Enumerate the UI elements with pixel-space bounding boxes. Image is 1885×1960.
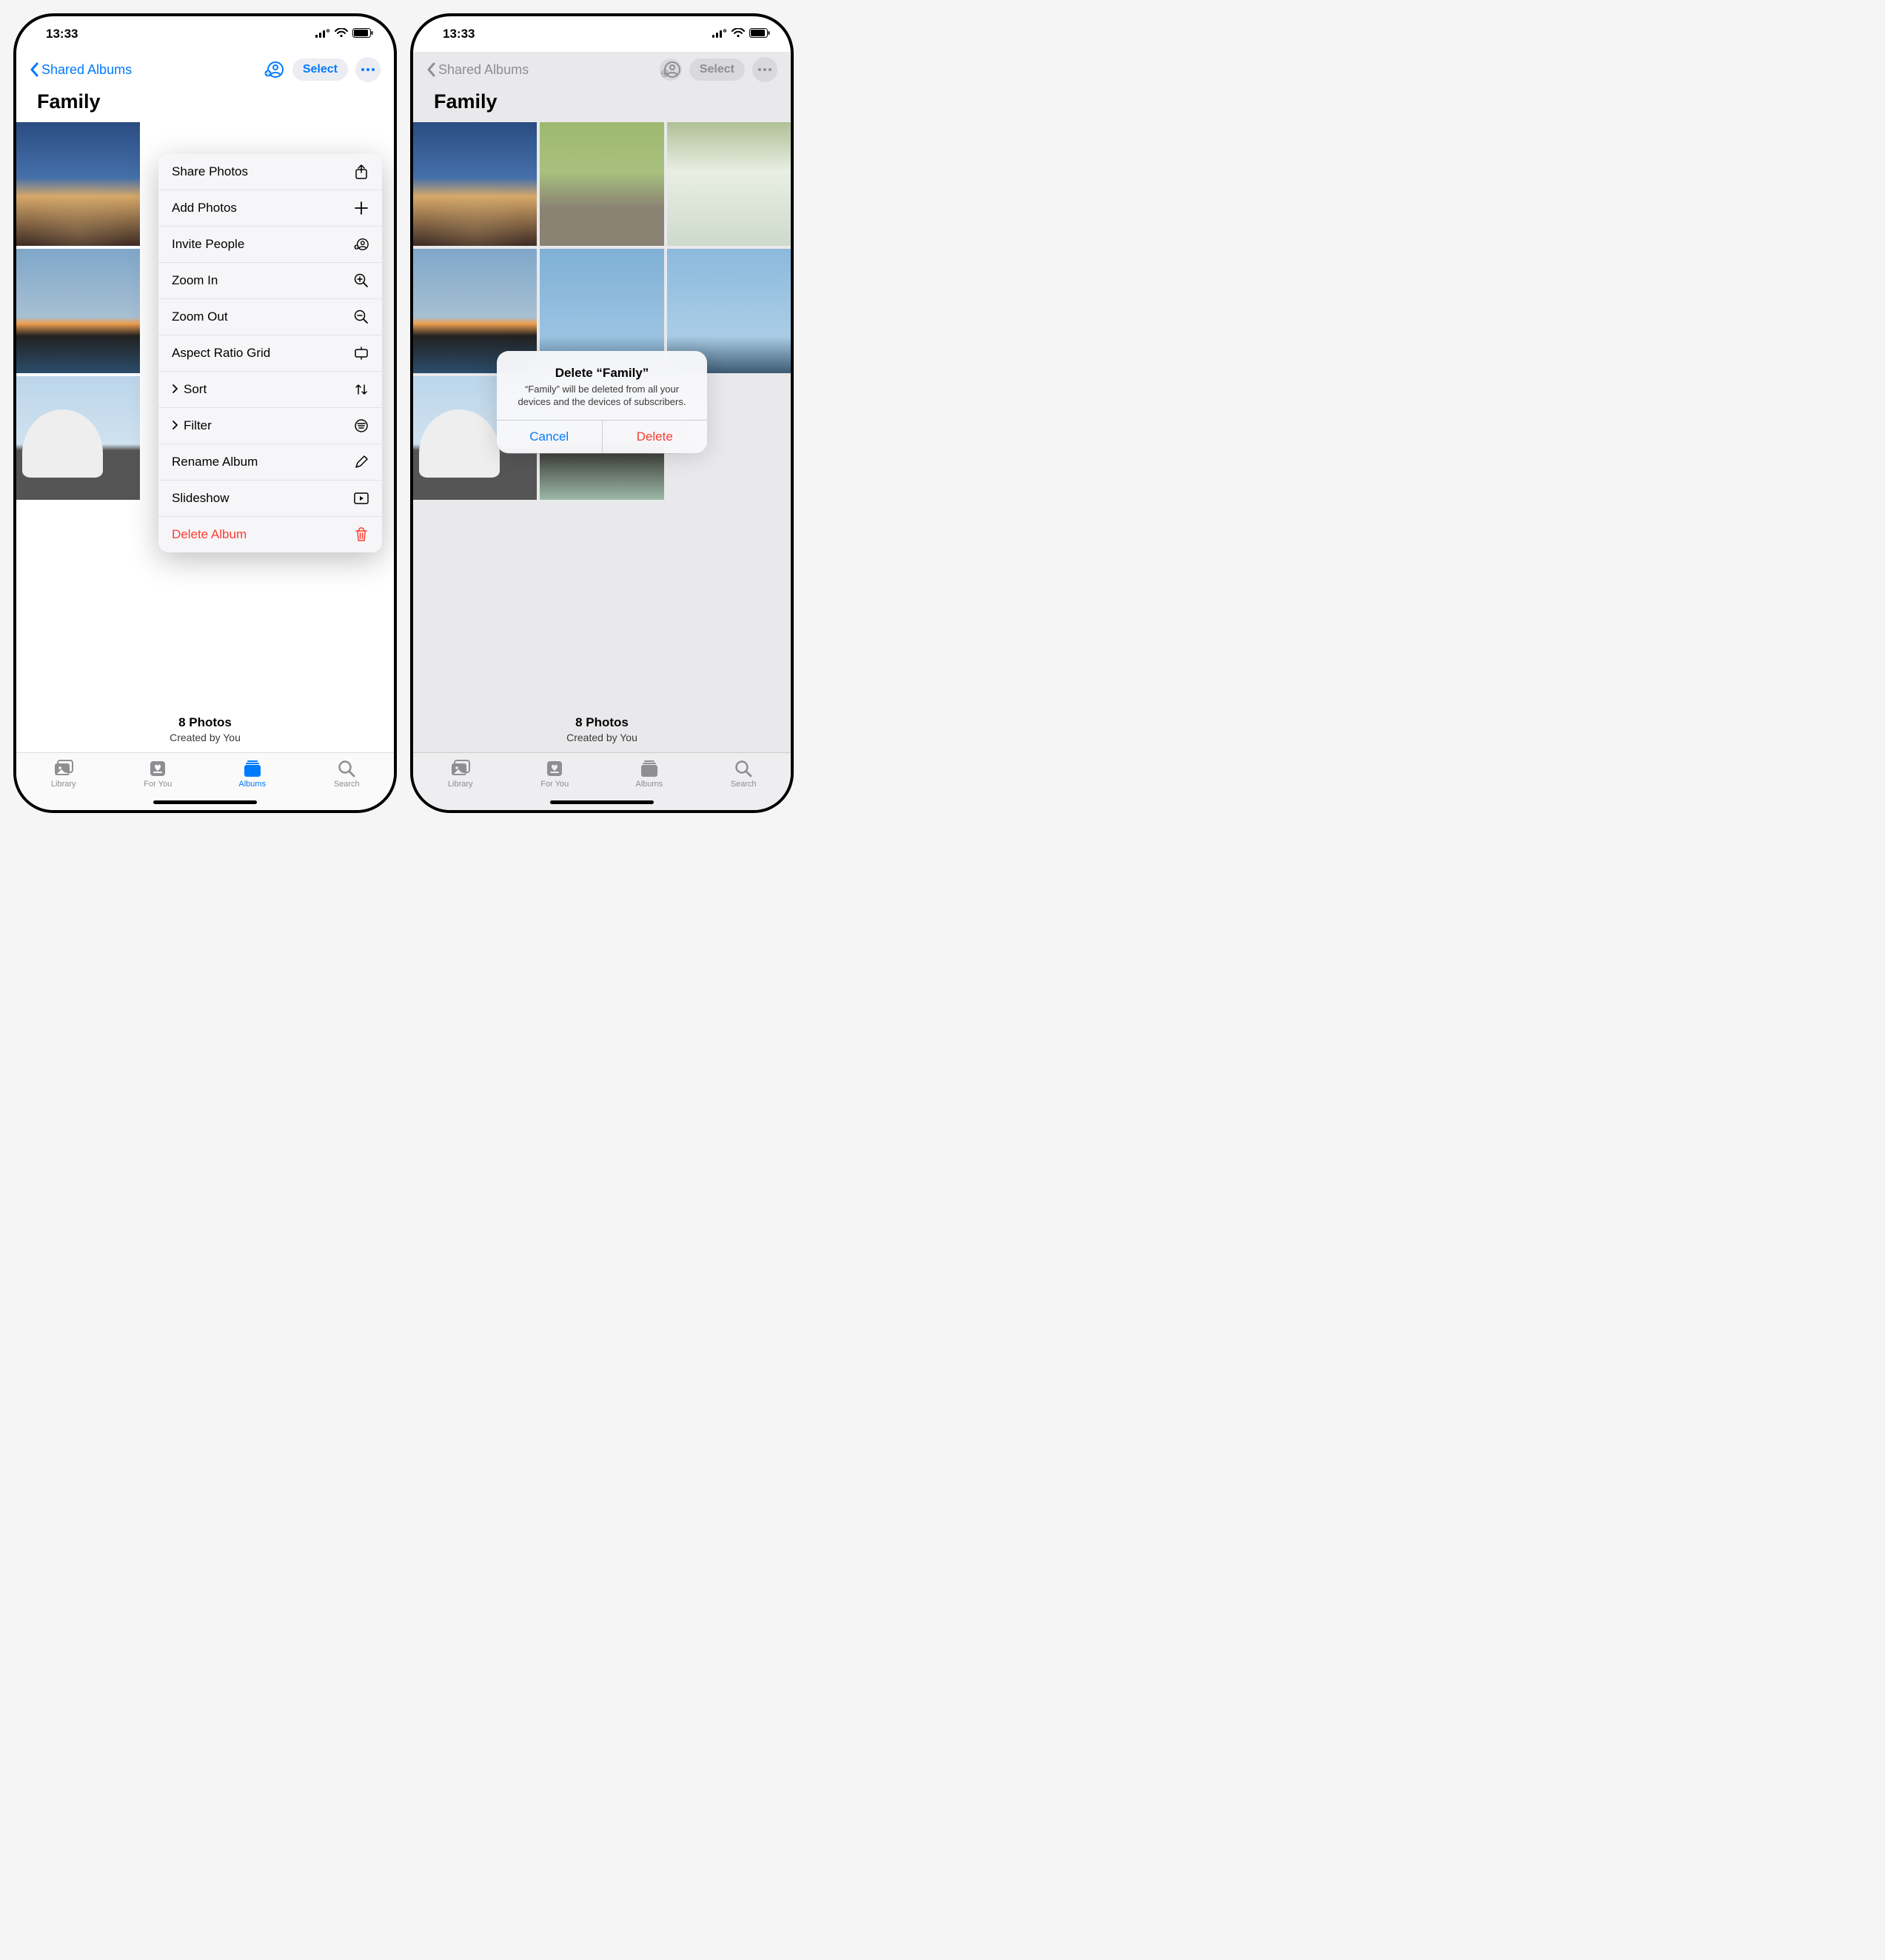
wifi-icon <box>731 27 745 41</box>
home-indicator[interactable] <box>550 800 654 804</box>
chevron-right-icon <box>172 420 178 432</box>
cellular-icon <box>712 27 727 41</box>
menu-invite-people[interactable]: Invite People <box>158 227 382 263</box>
more-button[interactable] <box>355 57 381 82</box>
albums-icon <box>639 759 660 778</box>
play-rect-icon <box>354 491 369 506</box>
created-by-label: Created by You <box>16 732 394 743</box>
phone-screenshot-1: 13:33 Shared Albums Select Family <box>13 13 397 813</box>
status-indicators <box>712 27 770 41</box>
search-icon <box>336 759 357 778</box>
navigation-bar: Shared Albums Select <box>16 52 394 87</box>
album-footer: 8 Photos Created by You <box>16 709 394 752</box>
menu-slideshow[interactable]: Slideshow <box>158 481 382 517</box>
battery-icon <box>352 27 373 41</box>
trash-icon <box>354 527 369 542</box>
status-time: 13:33 <box>443 27 475 41</box>
alert-title: Delete “Family” <box>509 366 695 381</box>
menu-add-photos[interactable]: Add Photos <box>158 190 382 227</box>
select-button[interactable]: Select <box>292 58 348 81</box>
alert-delete-button[interactable]: Delete <box>603 421 708 453</box>
alert-backdrop: Delete “Family” “Family” will be deleted… <box>413 52 791 752</box>
ellipsis-icon <box>361 68 375 71</box>
photo-count: 8 Photos <box>16 715 394 730</box>
photo-thumbnail[interactable] <box>16 249 140 372</box>
alert-message: “Family” will be deleted from all your d… <box>509 384 695 409</box>
menu-delete-album[interactable]: Delete Album <box>158 517 382 552</box>
person-add-icon <box>264 60 284 79</box>
sort-icon <box>354 382 369 397</box>
pencil-icon <box>354 455 369 469</box>
filter-icon <box>354 418 369 433</box>
foryou-icon <box>544 759 565 778</box>
photo-thumbnail[interactable] <box>16 122 140 246</box>
menu-filter[interactable]: Filter <box>158 408 382 444</box>
tab-albums[interactable]: Albums <box>620 759 679 789</box>
tab-search[interactable]: Search <box>714 759 773 789</box>
delete-alert: Delete “Family” “Family” will be deleted… <box>497 351 707 454</box>
foryou-icon <box>147 759 168 778</box>
share-icon <box>354 164 369 179</box>
back-label: Shared Albums <box>41 62 132 78</box>
search-icon <box>733 759 754 778</box>
tab-for-you[interactable]: For You <box>128 759 187 789</box>
menu-sort[interactable]: Sort <box>158 372 382 408</box>
invite-button[interactable] <box>263 58 285 81</box>
cellular-icon <box>315 27 330 41</box>
menu-zoom-out[interactable]: Zoom Out <box>158 299 382 335</box>
chevron-right-icon <box>172 384 178 395</box>
zoom-in-icon <box>354 273 369 288</box>
tab-for-you[interactable]: For You <box>525 759 584 789</box>
battery-icon <box>749 27 770 41</box>
person-add-icon <box>354 237 369 252</box>
menu-rename[interactable]: Rename Album <box>158 444 382 481</box>
phone-screenshot-2: 13:33 Shared Albums Select Family <box>410 13 794 813</box>
home-indicator[interactable] <box>153 800 257 804</box>
albums-icon <box>242 759 263 778</box>
tab-albums[interactable]: Albums <box>223 759 282 789</box>
menu-zoom-in[interactable]: Zoom In <box>158 263 382 299</box>
album-title: Family <box>16 87 394 122</box>
menu-share-photos[interactable]: Share Photos <box>158 154 382 190</box>
plus-icon <box>354 201 369 215</box>
menu-aspect-ratio[interactable]: Aspect Ratio Grid <box>158 335 382 372</box>
photo-thumbnail[interactable] <box>16 376 140 500</box>
alert-cancel-button[interactable]: Cancel <box>497 421 603 453</box>
status-bar: 13:33 <box>413 16 791 52</box>
aspect-ratio-icon <box>354 346 369 361</box>
status-indicators <box>315 27 373 41</box>
library-icon <box>450 759 471 778</box>
back-button[interactable]: Shared Albums <box>30 62 132 78</box>
wifi-icon <box>335 27 348 41</box>
tab-library[interactable]: Library <box>431 759 490 789</box>
zoom-out-icon <box>354 310 369 324</box>
context-menu: Share Photos Add Photos Invite People Zo… <box>158 154 382 552</box>
tab-search[interactable]: Search <box>317 759 376 789</box>
tab-library[interactable]: Library <box>34 759 93 789</box>
status-bar: 13:33 <box>16 16 394 52</box>
status-time: 13:33 <box>46 27 78 41</box>
library-icon <box>53 759 74 778</box>
